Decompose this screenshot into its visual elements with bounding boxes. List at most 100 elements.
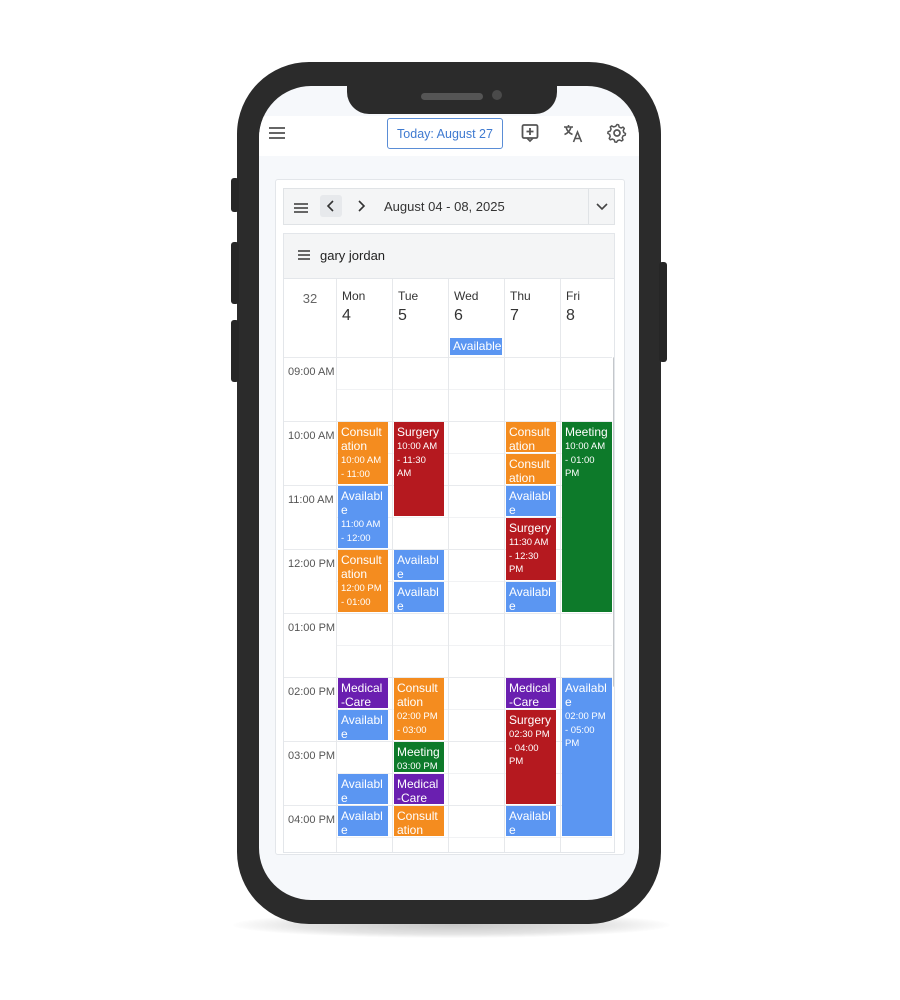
today-button[interactable]: Today: August 27 xyxy=(387,118,503,149)
time-label: 03:00 PM xyxy=(288,750,336,762)
time-label: 10:00 AM xyxy=(288,430,335,442)
event-available[interactable]: Available xyxy=(394,550,444,580)
event-available[interactable]: Available xyxy=(394,582,444,612)
column-line xyxy=(560,357,561,852)
event-time: 02:00 PM - 05:00 PM xyxy=(565,711,606,749)
day-name: Wed xyxy=(454,289,479,303)
event-time: 10:00 AM - 01:00 PM xyxy=(565,441,606,479)
all-day-event[interactable]: Available xyxy=(450,338,502,355)
event-consultation[interactable]: Consultation xyxy=(506,454,556,484)
event-available[interactable]: Available xyxy=(338,774,388,804)
side-button xyxy=(231,178,239,212)
time-label: 01:00 PM xyxy=(288,622,336,634)
day-header[interactable]: Thu 7 xyxy=(504,279,560,357)
phone-screen: Today: August 27 August 04 - 08, 2025 ga… xyxy=(259,86,639,900)
event-time: 10:00 AM - 11:30 AM xyxy=(397,441,438,479)
resource-name: gary jordan xyxy=(320,248,386,263)
event-available[interactable]: Available 02:00 PM - 05:00 PM xyxy=(562,678,612,836)
time-label: 12:00 PM xyxy=(288,558,336,570)
event-time: 11:30 AM - 12:30 PM xyxy=(509,537,549,575)
side-button xyxy=(231,320,239,382)
next-week-button[interactable] xyxy=(350,195,372,217)
column-line xyxy=(504,357,505,852)
day-number: 6 xyxy=(454,307,463,324)
translate-icon[interactable] xyxy=(562,122,584,144)
hamburger-icon[interactable] xyxy=(298,250,310,260)
event-available[interactable]: Available 11:00 AM - 12:00 xyxy=(338,486,388,548)
week-number: 32 xyxy=(302,291,318,306)
view-dropdown-button[interactable] xyxy=(594,198,610,214)
event-medical[interactable]: Medical-Care xyxy=(506,678,556,708)
day-name: Mon xyxy=(342,289,366,303)
event-title: Available xyxy=(509,585,551,612)
event-surgery[interactable]: Surgery 11:30 AM - 12:30 PM xyxy=(506,518,556,580)
day-name: Tue xyxy=(398,289,419,303)
event-consultation[interactable]: Consultation 02:00 PM - 03:00 xyxy=(394,678,444,740)
prev-week-button[interactable] xyxy=(320,195,342,217)
week-grid: gary jordan 32 Mon 4 Tue 5 Wed 6 Thu 7 Fri 8 Avail… xyxy=(283,233,615,853)
resource-header: gary jordan xyxy=(284,234,614,279)
event-consultation[interactable]: Consultation xyxy=(506,422,556,452)
event-consultation[interactable]: Consultation xyxy=(394,806,444,836)
event-title: Surgery xyxy=(397,425,440,439)
event-available[interactable]: Available xyxy=(338,710,388,740)
event-title: Meeting xyxy=(397,745,440,759)
event-title: Available xyxy=(341,809,383,836)
event-title: Consultation xyxy=(397,681,438,709)
column-line xyxy=(336,357,337,852)
chevron-right-icon xyxy=(358,200,366,212)
event-time: 12:00 PM - 01:00 xyxy=(341,583,382,608)
event-medical[interactable]: Medical-Care xyxy=(338,678,388,708)
chevron-down-icon xyxy=(596,203,608,211)
event-meeting[interactable]: Meeting 03:00 PM xyxy=(394,742,444,772)
event-consultation[interactable]: Consultation 10:00 AM - 11:00 xyxy=(338,422,388,484)
event-title: Consultation xyxy=(509,425,550,452)
half-hour-line xyxy=(336,645,612,646)
event-title: Consultation xyxy=(509,457,550,484)
day-header[interactable]: Mon 4 xyxy=(336,279,392,357)
event-time: 03:00 PM xyxy=(397,761,438,772)
event-time: 02:30 PM - 04:00 PM xyxy=(509,729,550,767)
phone-camera xyxy=(492,90,502,100)
event-available[interactable]: Available xyxy=(506,806,556,836)
event-title: Medical-Care xyxy=(341,681,383,708)
event-available[interactable]: Available xyxy=(506,582,556,612)
event-title: Available xyxy=(341,777,383,804)
event-time: 11:00 AM - 12:00 xyxy=(341,519,381,544)
scrollbar[interactable] xyxy=(613,357,614,687)
column-line xyxy=(392,357,393,852)
day-number: 7 xyxy=(510,307,519,324)
event-title: Available xyxy=(565,681,607,709)
event-title: Surgery xyxy=(509,521,552,535)
event-title: Surgery xyxy=(509,713,552,727)
event-title: Consultation xyxy=(341,553,382,581)
date-range-label: August 04 - 08, 2025 xyxy=(384,199,505,214)
event-surgery[interactable]: Surgery 10:00 AM - 11:30 AM xyxy=(394,422,444,516)
add-event-icon[interactable] xyxy=(519,122,541,144)
day-header[interactable]: Fri 8 xyxy=(560,279,614,357)
event-title: Consultation xyxy=(397,809,438,836)
event-consultation[interactable]: Consultation 12:00 PM - 01:00 xyxy=(338,550,388,612)
event-available[interactable]: Available xyxy=(506,486,556,516)
gear-icon[interactable] xyxy=(606,122,628,144)
event-time: 10:00 AM - 11:00 xyxy=(341,455,382,480)
event-medical[interactable]: Medical-Care xyxy=(394,774,444,804)
day-number: 8 xyxy=(566,307,575,324)
event-available[interactable]: Available xyxy=(338,806,388,836)
half-hour-line xyxy=(336,837,612,838)
hamburger-icon[interactable] xyxy=(269,127,285,139)
event-meeting[interactable]: Meeting 10:00 AM - 01:00 PM xyxy=(562,422,612,612)
chevron-left-icon xyxy=(326,200,334,212)
phone-speaker xyxy=(421,93,483,100)
calendar-toolbar: August 04 - 08, 2025 xyxy=(283,188,615,225)
day-header[interactable]: Tue 5 xyxy=(392,279,448,357)
side-button xyxy=(659,262,667,362)
event-surgery[interactable]: Surgery 02:30 PM - 04:00 PM xyxy=(506,710,556,804)
column-line xyxy=(448,357,449,852)
time-label: 04:00 PM xyxy=(288,814,336,826)
event-title: Medical-Care xyxy=(509,681,551,708)
hamburger-icon[interactable] xyxy=(294,203,308,213)
half-hour-line xyxy=(336,389,612,390)
side-button xyxy=(231,242,239,304)
time-label: 09:00 AM xyxy=(288,366,335,378)
